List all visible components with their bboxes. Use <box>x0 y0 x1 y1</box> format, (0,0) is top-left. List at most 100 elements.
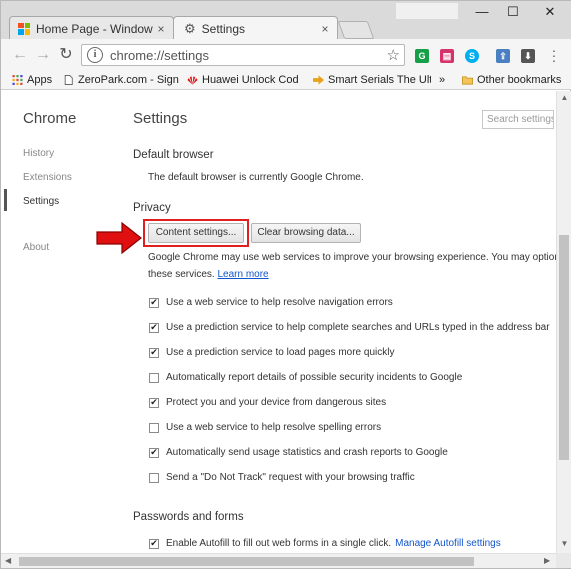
bookmark-label: Other bookmarks <box>477 74 562 86</box>
info-icon[interactable]: i <box>87 47 103 63</box>
reload-button[interactable]: ↻ <box>57 46 75 64</box>
manage-autofill-link[interactable]: Manage Autofill settings <box>395 538 501 549</box>
autofill-checkbox[interactable] <box>149 538 159 549</box>
other-bookmarks[interactable]: Other bookmarks <box>462 74 561 86</box>
privacy-option-label: Use a web service to help resolve naviga… <box>166 297 393 308</box>
new-tab-button[interactable] <box>337 21 375 39</box>
privacy-heading: Privacy <box>133 202 171 214</box>
privacy-description: Google Chrome may use web services to im… <box>148 252 556 263</box>
close-tab-icon[interactable]: × <box>317 22 333 36</box>
bookmark-smart-serials[interactable]: Smart Serials The Ulti <box>313 74 431 86</box>
bookmarks-bar: Apps ZeroPark.com - Sign i Huawei Unlock… <box>1 71 571 90</box>
grammarly-icon[interactable]: G <box>415 49 429 63</box>
sidebar-active-marker <box>4 189 7 211</box>
privacy-description-tail: these services. <box>148 269 215 280</box>
tab-home-page[interactable]: Home Page - Windows T × <box>9 16 174 40</box>
privacy-option-row[interactable]: Use a web service to help resolve naviga… <box>149 297 393 308</box>
close-window-button[interactable]: ✕ <box>535 5 565 21</box>
apps-grid-icon <box>12 75 23 85</box>
sidebar-item-history[interactable]: History <box>23 148 54 159</box>
privacy-option-checkbox[interactable] <box>149 347 159 358</box>
privacy-option-row[interactable]: Automatically report details of possible… <box>149 372 462 383</box>
vertical-scrollbar[interactable]: ▲ ▼ <box>556 91 571 553</box>
download-icon[interactable]: ⬇ <box>521 49 535 63</box>
bookmark-apps[interactable]: Apps <box>12 74 52 86</box>
more-bookmarks-button[interactable]: » <box>439 74 445 86</box>
passwords-heading: Passwords and forms <box>133 511 244 523</box>
scroll-down-icon[interactable]: ▼ <box>557 539 571 548</box>
learn-more-link[interactable]: Learn more <box>217 269 268 280</box>
bookmark-star-icon[interactable]: ☆ <box>387 46 400 64</box>
privacy-option-checkbox[interactable] <box>149 297 159 308</box>
browser-window: Home Page - Windows T × ⚙ Settings × — ☐… <box>0 0 571 569</box>
privacy-description-2: these services. Learn more <box>148 269 269 280</box>
privacy-option-label: Send a "Do Not Track" request with your … <box>166 472 415 483</box>
autofill-checkbox-row[interactable]: Enable Autofill to fill out web forms in… <box>149 538 501 549</box>
vertical-scroll-thumb[interactable] <box>559 235 569 460</box>
privacy-option-label: Use a web service to help resolve spelli… <box>166 422 382 433</box>
scroll-up-icon[interactable]: ▲ <box>557 93 571 102</box>
arrow-logo-icon <box>313 75 324 85</box>
red-arrow-annotation <box>96 222 142 254</box>
forward-button[interactable]: → <box>34 46 52 64</box>
sidebar-item-extensions[interactable]: Extensions <box>23 172 72 183</box>
menu-dots-icon[interactable]: · · · <box>550 43 558 67</box>
page-title: Settings <box>133 110 188 127</box>
upload-icon[interactable]: ⇪ <box>496 49 510 63</box>
sidebar-title: Chrome <box>23 110 77 127</box>
pocket-icon[interactable]: ▤ <box>440 49 454 63</box>
privacy-option-checkbox[interactable] <box>149 422 159 433</box>
horizontal-scrollbar[interactable]: ◀ ▶ <box>1 553 556 568</box>
bookmark-label: Huawei Unlock Code <box>202 74 299 86</box>
bookmark-huawei[interactable]: Huawei Unlock Code <box>187 74 299 86</box>
toolbar: ← → ↻ i chrome://settings ☆ G ▤ S ⇪ ⬇ · ·… <box>1 39 571 71</box>
scroll-right-icon[interactable]: ▶ <box>544 556 550 565</box>
default-browser-heading: Default browser <box>133 149 214 161</box>
page-icon <box>64 75 73 85</box>
tab-title: Settings <box>201 21 246 36</box>
profile-area[interactable] <box>396 3 458 19</box>
settings-page: Chrome History Extensions Settings About… <box>1 91 556 553</box>
privacy-option-label: Protect you and your device from dangero… <box>166 397 387 408</box>
close-tab-icon[interactable]: × <box>153 22 169 36</box>
clear-browsing-data-button[interactable]: Clear browsing data... <box>251 223 361 243</box>
bookmark-zeropark[interactable]: ZeroPark.com - Sign i <box>63 74 179 86</box>
sidebar-item-about[interactable]: About <box>23 242 49 253</box>
tab-settings[interactable]: ⚙ Settings × <box>173 16 338 40</box>
sidebar-item-settings[interactable]: Settings <box>23 196 59 207</box>
privacy-option-row[interactable]: Automatically send usage statistics and … <box>149 447 448 458</box>
privacy-option-row[interactable]: Use a prediction service to load pages m… <box>149 347 394 358</box>
privacy-option-row[interactable]: Protect you and your device from dangero… <box>149 397 386 408</box>
scroll-left-icon[interactable]: ◀ <box>5 556 11 565</box>
privacy-option-label: Automatically send usage statistics and … <box>166 447 448 458</box>
privacy-option-row[interactable]: Send a "Do Not Track" request with your … <box>149 472 415 483</box>
autofill-label: Enable Autofill to fill out web forms in… <box>166 538 392 549</box>
minimize-button[interactable]: — <box>467 5 497 21</box>
url-text[interactable]: chrome://settings <box>110 48 387 63</box>
privacy-option-checkbox[interactable] <box>149 472 159 483</box>
scrollbar-corner <box>556 553 571 568</box>
privacy-option-label: Use a prediction service to help complet… <box>166 322 550 333</box>
privacy-option-checkbox[interactable] <box>149 397 159 408</box>
privacy-option-row[interactable]: Use a web service to help resolve spelli… <box>149 422 381 433</box>
bookmark-label: Smart Serials The Ulti <box>328 74 431 86</box>
privacy-option-label: Automatically report details of possible… <box>166 372 463 383</box>
horizontal-scroll-thumb[interactable] <box>19 557 474 566</box>
title-bar: Home Page - Windows T × ⚙ Settings × — ☐… <box>1 1 571 40</box>
address-bar[interactable]: i chrome://settings ☆ <box>81 44 405 66</box>
default-browser-text: The default browser is currently Google … <box>148 172 364 183</box>
content-settings-button[interactable]: Content settings... <box>148 223 244 243</box>
back-button[interactable]: ← <box>11 46 29 64</box>
skype-icon[interactable]: S <box>465 49 479 63</box>
search-input[interactable]: Search settings <box>482 110 554 129</box>
tab-title: Home Page - Windows T <box>36 21 153 36</box>
gear-icon: ⚙ <box>184 20 196 36</box>
bookmark-label: Apps <box>27 74 53 86</box>
maximize-button[interactable]: ☐ <box>498 5 528 21</box>
folder-icon <box>462 76 473 85</box>
privacy-option-checkbox[interactable] <box>149 447 159 458</box>
privacy-option-checkbox[interactable] <box>149 372 159 383</box>
privacy-option-checkbox[interactable] <box>149 322 159 333</box>
privacy-option-row[interactable]: Use a prediction service to help complet… <box>149 322 550 333</box>
bookmark-label: ZeroPark.com - Sign i <box>78 74 179 86</box>
